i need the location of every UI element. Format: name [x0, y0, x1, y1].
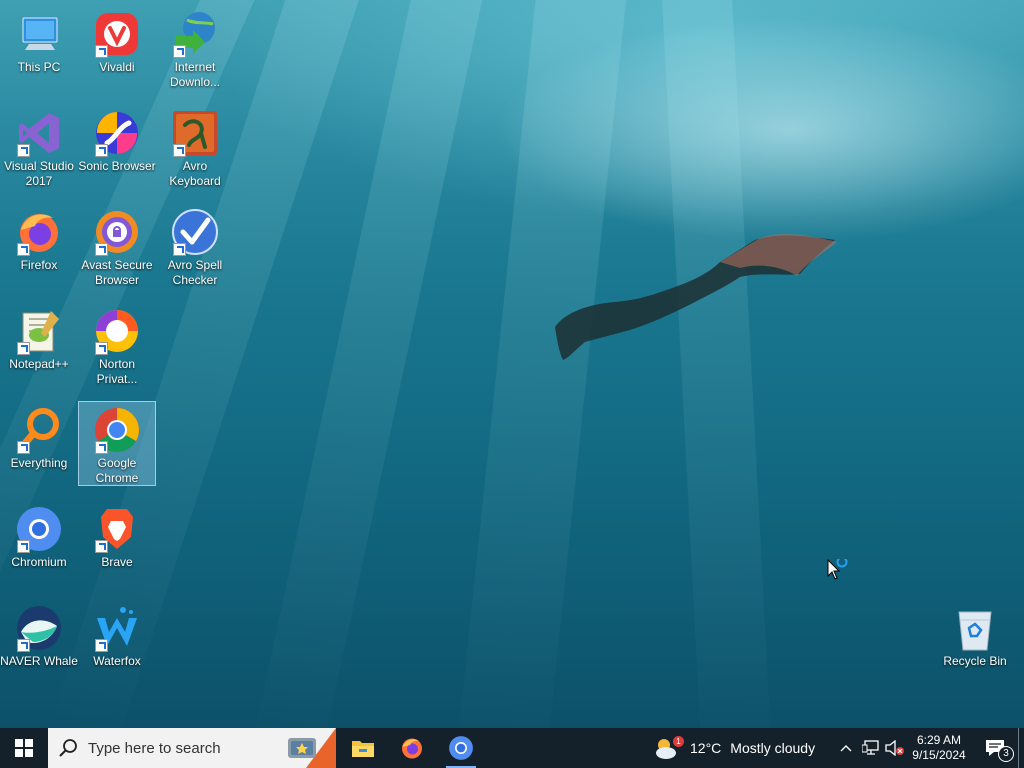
taskbar-firefox[interactable]	[389, 728, 435, 768]
norton-private-browser-icon	[93, 307, 141, 355]
chromium-icon	[15, 505, 63, 553]
chevron-up-icon	[840, 745, 852, 752]
weather-alert-badge: 1	[673, 736, 684, 747]
notifications-count-badge: 3	[998, 746, 1014, 762]
desktop-icon-visual-studio[interactable]: Visual Studio 2017	[0, 105, 78, 189]
icon-label: Firefox	[20, 258, 58, 272]
desktop-icon-everything[interactable]: Everything	[0, 402, 78, 471]
desktop-icon-waterfox[interactable]: Waterfox	[78, 600, 156, 669]
desktop-icon-internet-download-manager[interactable]: Internet Downlo...	[156, 6, 234, 90]
taskbar: Type here to search 1 12°C Mostly cloudy	[0, 728, 1024, 768]
icon-label: Avast Secure Browser	[81, 258, 153, 287]
this-pc-icon	[15, 10, 63, 58]
recycle-bin-icon	[951, 604, 999, 652]
mouse-pointer-busy-icon	[827, 559, 848, 580]
clock[interactable]: 6:29 AM 9/15/2024	[906, 728, 972, 768]
search-highlight-image	[288, 728, 336, 768]
search-icon	[59, 739, 77, 757]
icon-label: Notepad++	[9, 357, 69, 371]
network-status[interactable]	[860, 728, 882, 768]
notepad-plus-plus-icon	[15, 307, 63, 355]
chromium-icon	[449, 736, 473, 760]
network-icon	[862, 740, 879, 755]
weather-widget[interactable]: 1 12°C Mostly cloudy	[652, 728, 824, 768]
desktop-icon-google-chrome[interactable]: Google Chrome	[78, 401, 156, 486]
freediver-silhouette	[555, 234, 837, 360]
desktop-background[interactable]: This PC Visual Studio 2017 Firefox Notep…	[0, 0, 1024, 728]
windows-logo-icon	[15, 739, 33, 757]
volume-muted[interactable]	[884, 728, 906, 768]
desktop-icon-vivaldi[interactable]: Vivaldi	[78, 6, 156, 75]
taskbar-search-box[interactable]: Type here to search	[48, 728, 336, 768]
internet-download-manager-icon	[171, 10, 219, 58]
waterfox-icon	[93, 604, 141, 652]
desktop-icon-brave[interactable]: Brave	[78, 501, 156, 570]
icon-label: Everything	[10, 456, 68, 470]
icon-label: Internet Downlo...	[169, 60, 221, 89]
icon-label: Norton Privat...	[96, 357, 138, 386]
icon-label: Waterfox	[93, 654, 141, 668]
search-placeholder: Type here to search	[88, 739, 221, 757]
icon-label: This PC	[17, 60, 61, 74]
taskbar-chromium[interactable]	[438, 728, 484, 768]
visual-studio-icon	[15, 109, 63, 157]
desktop-icon-avro-keyboard[interactable]: Avro Keyboard	[156, 105, 234, 189]
start-button[interactable]	[0, 728, 48, 768]
sonic-browser-icon	[93, 109, 141, 157]
avro-keyboard-icon	[171, 109, 219, 157]
clock-time: 6:29 AM	[916, 733, 962, 747]
taskbar-file-explorer[interactable]	[340, 728, 386, 768]
file-explorer-icon	[352, 741, 374, 757]
show-hidden-icons-button[interactable]	[836, 728, 856, 768]
weather-condition: Mostly cloudy	[730, 740, 816, 756]
desktop-icon-sonic-browser[interactable]: Sonic Browser	[78, 105, 156, 174]
icon-label: Sonic Browser	[78, 159, 156, 173]
icon-label: Visual Studio 2017	[4, 159, 74, 188]
desktop-icon-recycle-bin[interactable]: Recycle Bin	[936, 600, 1014, 669]
desktop-icon-naver-whale[interactable]: NAVER Whale	[0, 600, 78, 669]
desktop-icon-notepad-plus-plus[interactable]: Notepad++	[0, 303, 78, 372]
vivaldi-icon	[93, 10, 141, 58]
google-chrome-icon	[93, 406, 141, 454]
desktop-icon-avast-secure-browser[interactable]: Avast Secure Browser	[78, 204, 156, 288]
show-desktop-button[interactable]	[1018, 728, 1024, 768]
speaker-muted-icon	[885, 740, 904, 756]
icon-label: NAVER Whale	[0, 654, 78, 668]
icon-label: Brave	[101, 555, 133, 569]
naver-whale-icon	[15, 604, 63, 652]
desktop-icon-firefox[interactable]: Firefox	[0, 204, 78, 273]
icon-label: Avro Keyboard	[169, 159, 221, 188]
avast-browser-icon	[93, 208, 141, 256]
firefox-icon	[15, 208, 63, 256]
avro-spell-checker-icon	[171, 208, 219, 256]
icon-label: Vivaldi	[99, 60, 135, 74]
weather-temperature: 12°C	[690, 740, 722, 756]
desktop-icon-avro-spell-checker[interactable]: Avro Spell Checker	[156, 204, 234, 288]
firefox-icon	[402, 738, 422, 759]
clock-date: 9/15/2024	[912, 748, 966, 762]
desktop-icon-this-pc[interactable]: This PC	[0, 6, 78, 75]
icon-label: Chromium	[11, 555, 67, 569]
desktop-icon-norton-private-browser[interactable]: Norton Privat...	[78, 303, 156, 387]
action-center-button[interactable]: 3	[976, 728, 1014, 768]
desktop-icon-chromium[interactable]: Chromium	[0, 501, 78, 570]
icon-label: Recycle Bin	[943, 654, 1007, 668]
everything-search-icon	[15, 406, 63, 454]
icon-label: Avro Spell Checker	[167, 258, 223, 287]
brave-icon	[93, 505, 141, 553]
icon-label: Google Chrome	[95, 456, 139, 485]
